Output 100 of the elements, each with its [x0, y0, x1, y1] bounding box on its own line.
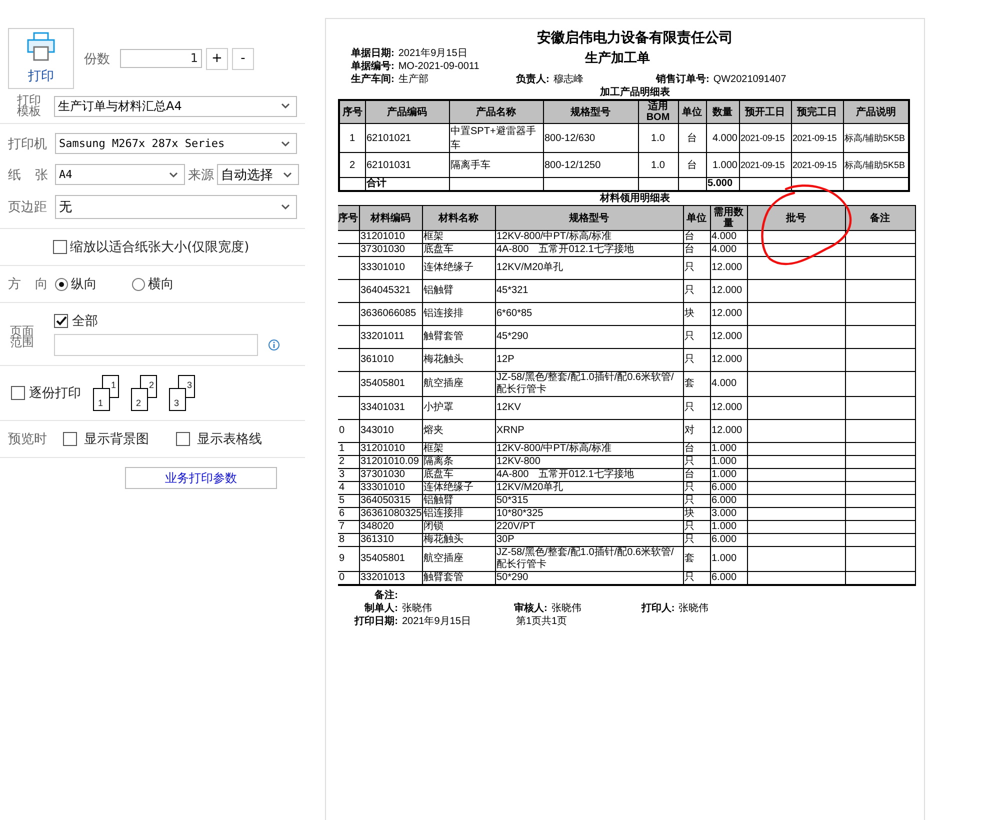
table-cell: 只: [683, 456, 710, 468]
table-cell: 37301030: [359, 244, 422, 256]
table-cell: 2021-09-15: [739, 152, 791, 178]
table-cell: 33301010: [359, 482, 422, 494]
column-header: 单位: [683, 206, 710, 230]
column-header: 预开工日: [739, 100, 791, 124]
table-cell: 6.000: [710, 482, 747, 494]
table-cell: JZ-58/黑色/整套/配1.0插针/配0.6米软管/配长行管卡: [495, 546, 683, 572]
column-header: 规格型号: [495, 206, 683, 230]
column-header: 产品编码: [365, 100, 449, 124]
table-cell: 50*290: [495, 572, 683, 585]
page-range-field[interactable]: [54, 334, 258, 356]
table-cell: 2: [339, 456, 345, 467]
table-cell: 4.000: [706, 124, 739, 152]
table-cell: 只: [683, 494, 710, 508]
checkbox[interactable]: [11, 386, 25, 400]
preview-label: 预览时: [8, 431, 48, 448]
table-cell: 35405801: [359, 372, 422, 396]
table-cell: 343010: [359, 420, 422, 442]
column-header: 适用BOM: [638, 100, 678, 124]
checkbox[interactable]: [176, 432, 190, 446]
table-cell: 33301010: [359, 256, 422, 280]
table-cell: 只: [683, 326, 710, 348]
column-header: 预完工日: [791, 100, 843, 124]
checkbox[interactable]: [53, 240, 67, 254]
field-value: MO-2021-09-0011: [398, 60, 480, 73]
print-button[interactable]: 打印: [8, 28, 74, 89]
paper-label: 纸 张: [8, 166, 48, 184]
copies-field[interactable]: 1: [120, 49, 202, 68]
table-cell: 铝触臂: [422, 280, 495, 302]
table-cell: 块: [683, 302, 710, 326]
field-value: 张晓伟: [402, 602, 433, 615]
table-cell: 12KV-800/中PT/标高/标准: [495, 230, 683, 244]
table-cell: 1.0: [638, 152, 678, 178]
column-header: 材料名称: [422, 206, 495, 230]
radio-button[interactable]: [55, 278, 68, 290]
field-value: 2021年9月15日: [398, 47, 468, 60]
table-cell: 航空插座: [422, 546, 495, 572]
table-cell: 只: [683, 280, 710, 302]
chevron-icon: [281, 103, 290, 109]
source-label: 来源: [188, 166, 214, 184]
table-cell: 台: [678, 152, 706, 178]
table-cell: 台: [683, 244, 710, 256]
table-cell: 框架: [422, 230, 495, 244]
chevron-icon: [283, 172, 292, 178]
radio-button[interactable]: [132, 278, 145, 290]
company-name: 安徽启伟电力设备有限责任公司: [536, 29, 734, 47]
page-number: 第1页共1页: [516, 615, 568, 628]
table-cell: 6.000: [710, 572, 747, 585]
table-cell: 36361080325: [359, 508, 422, 520]
table-cell: 连体绝缘子: [422, 482, 495, 494]
field-label: 打印日期:: [353, 615, 398, 628]
table-cell: 梅花触头: [422, 348, 495, 372]
table-cell: 1.000: [710, 546, 747, 572]
margin-select[interactable]: 无: [55, 195, 297, 219]
template-select[interactable]: 生产订单与材料汇总A4: [54, 96, 297, 116]
table-cell: 4A-800 五常开012.1七字接地: [495, 244, 683, 256]
orientation-option[interactable]: 纵向: [71, 275, 97, 293]
table-cell: 31201010: [359, 230, 422, 244]
printer-label: 打印机: [8, 136, 48, 152]
print-params-button[interactable]: 业务打印参数: [125, 467, 277, 489]
table-cell: 铝连接排: [422, 302, 495, 326]
table-cell: 只: [683, 534, 710, 546]
column-header: 数量: [706, 100, 739, 124]
table-cell: 31201010: [359, 442, 422, 456]
table-cell: 361010: [359, 348, 422, 372]
table-cell: 1: [339, 124, 365, 152]
orientation-label: 方 向: [8, 276, 48, 293]
decrement-button[interactable]: -: [232, 48, 254, 70]
table-cell: 4.000: [710, 372, 747, 396]
field-value: 生产部: [398, 73, 428, 86]
field-label: 生产车间:: [351, 73, 394, 86]
table-cell: 9: [339, 553, 345, 564]
table-cell: 2021-09-15: [739, 124, 791, 152]
table-cell: 5: [339, 495, 345, 506]
paper-select[interactable]: A4: [55, 164, 185, 185]
table-cell: 触臂套管: [422, 326, 495, 348]
table-cell: 只: [683, 396, 710, 420]
table-cell: 2: [339, 152, 365, 178]
column-header: 序号: [339, 100, 365, 124]
table-cell: 12P: [495, 348, 683, 372]
collate-label: 逐份打印: [29, 385, 81, 402]
increment-button[interactable]: +: [206, 48, 228, 70]
checkbox[interactable]: [63, 432, 77, 446]
table-cell: 0: [339, 572, 345, 583]
table-cell: 中置SPT+避雷器手车: [449, 124, 543, 152]
column-header: 批号: [747, 206, 845, 230]
table-cell: 1.000: [710, 456, 747, 468]
source-select[interactable]: 自动选择: [217, 164, 299, 185]
field-label: 审核人:: [514, 602, 548, 615]
checkbox[interactable]: [54, 314, 68, 328]
orientation-option[interactable]: 横向: [148, 275, 174, 293]
page-sheet: 2: [131, 388, 148, 411]
total-quantity: 5.000: [706, 178, 739, 191]
printer-select[interactable]: Samsung M267x 287x Series: [55, 133, 297, 154]
chevron-icon: [169, 172, 178, 178]
table-cell: 1.000: [710, 468, 747, 482]
chevron-icon: [281, 204, 290, 210]
field-label: 制单人:: [363, 602, 398, 615]
table-cell: 12.000: [710, 420, 747, 442]
